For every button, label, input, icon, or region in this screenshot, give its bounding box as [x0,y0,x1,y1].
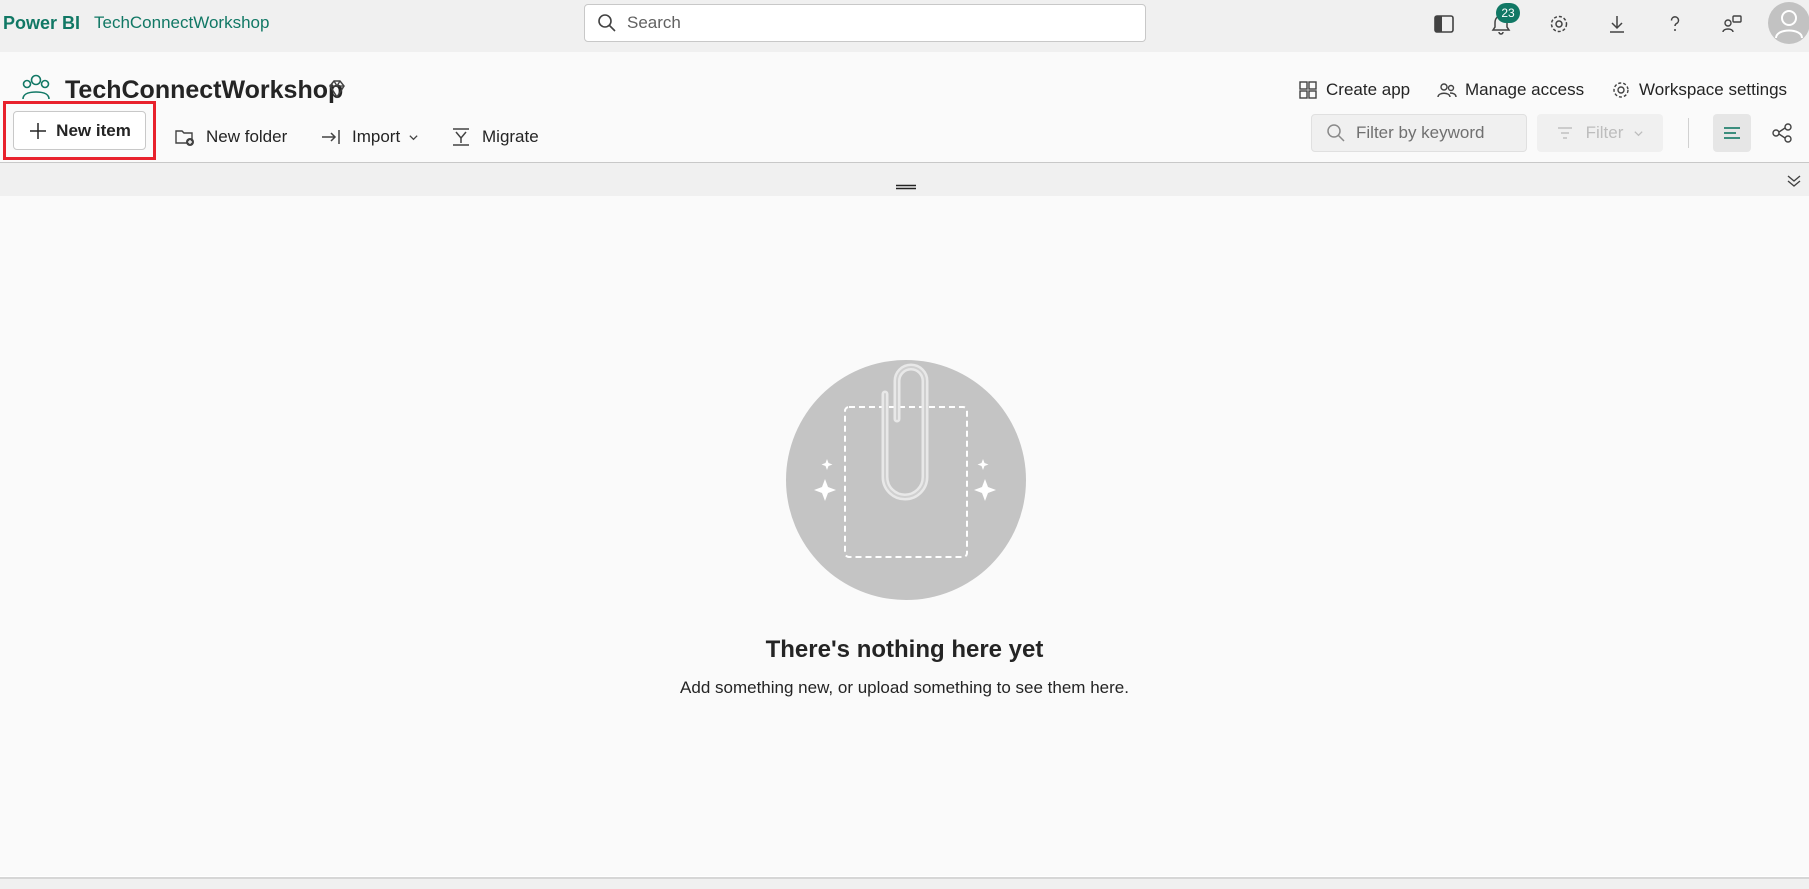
drag-handle-icon[interactable] [896,177,916,190]
migrate-icon [453,128,469,146]
workspace-settings-label: Workspace settings [1639,80,1788,99]
help-icon[interactable] [1661,10,1689,38]
chevron-down-icon [1634,130,1644,136]
toolbar-divider [1688,118,1689,148]
top-bar: Power BI TechConnectWorkshop Search 23 [0,0,1809,52]
list-view-button[interactable] [1713,114,1751,152]
people-icon [1437,83,1457,98]
new-item-button[interactable]: New item [13,111,146,150]
migrate-button[interactable]: Migrate [450,119,539,155]
diamond-icon [326,78,348,100]
new-folder-button[interactable]: New folder [174,119,287,155]
search-placeholder: Search [627,13,681,32]
workspace-settings-button[interactable]: Workspace settings [1611,80,1787,100]
search-input[interactable]: Search [584,4,1146,42]
gear-icon[interactable] [1545,10,1573,38]
workspace-icon [20,72,52,102]
filter-label: Filter [1585,123,1624,142]
new-folder-label: New folder [206,127,288,146]
collapse-chevron-icon[interactable] [1785,172,1803,190]
chevron-down-icon [408,132,419,143]
import-label: Import [352,127,401,146]
plus-icon [30,122,47,139]
list-view-icon [1724,127,1740,139]
lineage-view-button[interactable] [1763,114,1801,152]
empty-state-title: There's nothing here yet [765,636,1044,663]
share-feedback-icon[interactable] [1718,10,1746,38]
gear-icon [1613,82,1629,98]
filter-button[interactable]: Filter [1537,114,1663,152]
create-app-label: Create app [1326,80,1411,99]
bottom-bar [0,879,1809,889]
migrate-label: Migrate [482,127,539,146]
search-icon [597,13,617,33]
search-icon [1327,124,1345,142]
filter-icon [1557,127,1572,139]
manage-access-button[interactable]: Manage access [1437,80,1584,100]
import-icon [322,130,340,144]
notification-badge: 23 [1496,3,1520,23]
panel-icon[interactable] [1430,10,1458,38]
import-button[interactable]: Import [320,119,419,155]
lineage-icon [1772,123,1792,143]
filter-placeholder: Filter by keyword [1356,123,1485,142]
avatar[interactable] [1768,2,1809,44]
new-item-highlight: New item [3,101,156,160]
avatar-icon [1775,10,1803,39]
paperclip-illustration-icon [785,359,1027,601]
filter-keyword-input[interactable]: Filter by keyword [1311,114,1527,152]
brand-logo[interactable]: Power BI [3,13,80,34]
create-app-icon [1299,81,1317,99]
folder-add-icon [175,130,194,146]
breadcrumb-workspace[interactable]: TechConnectWorkshop [94,13,269,33]
create-app-button[interactable]: Create app [1298,80,1410,100]
download-icon[interactable] [1603,10,1631,38]
empty-state-subtitle: Add something new, or upload something t… [680,678,1129,697]
manage-access-label: Manage access [1465,80,1585,99]
new-item-label: New item [56,120,131,140]
